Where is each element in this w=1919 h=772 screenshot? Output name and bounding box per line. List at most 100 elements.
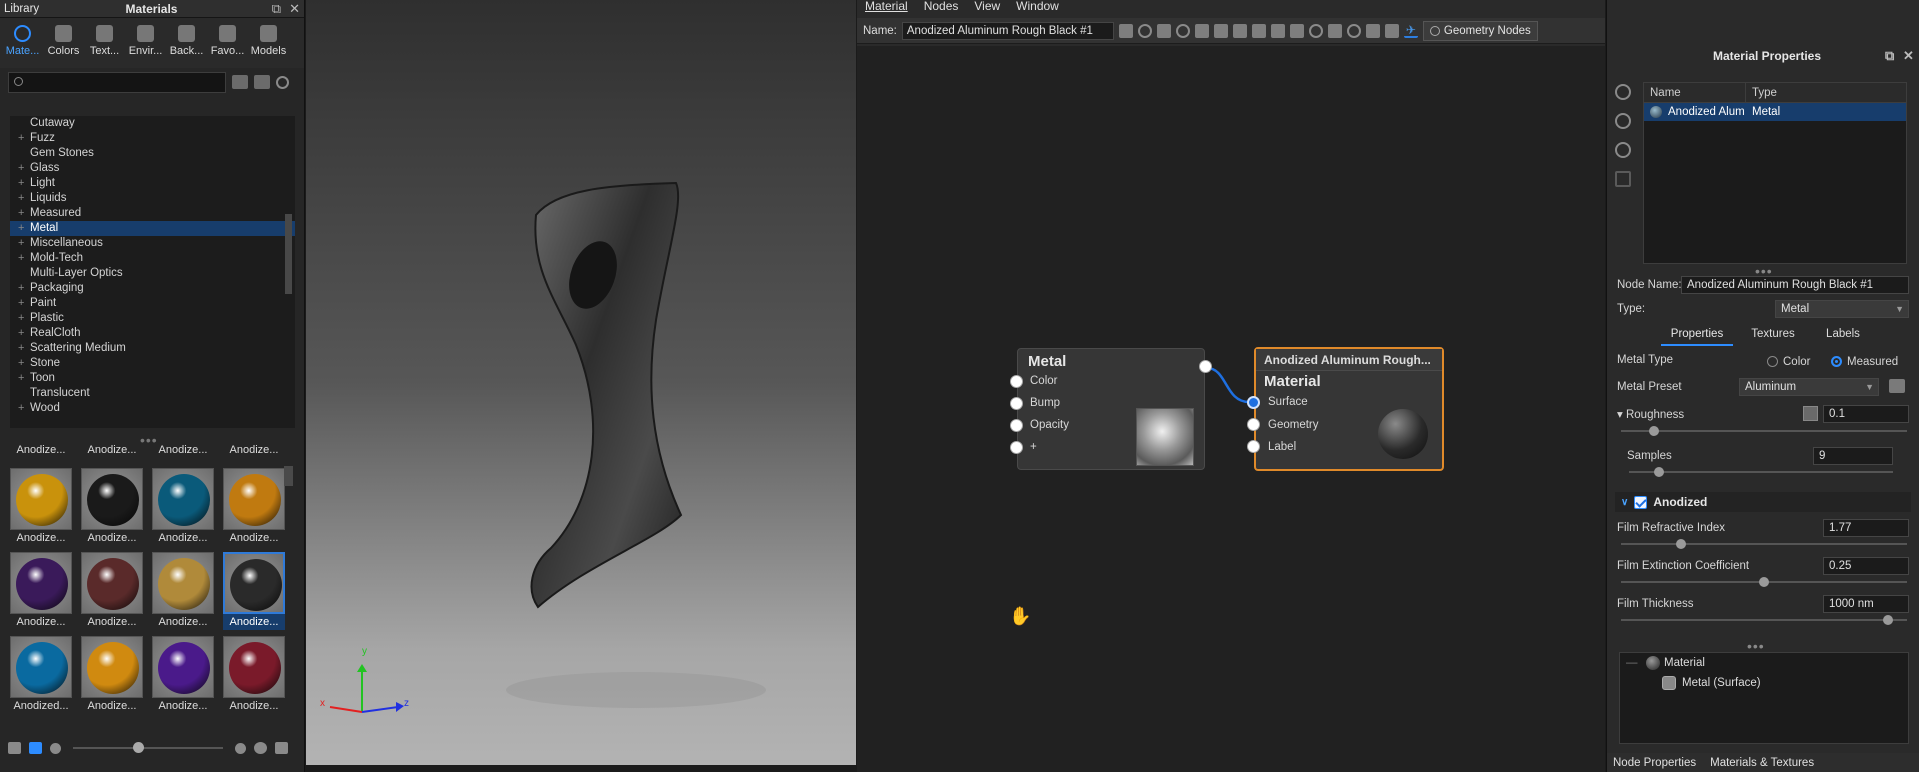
node-canvas[interactable]: Metal Color Bump Opacity + Anodized Alum… <box>857 46 1605 772</box>
tree-item-metal-surface[interactable]: Metal (Surface) <box>1620 673 1908 693</box>
tree-item-stone[interactable]: + Stone <box>10 356 295 371</box>
library-search-input[interactable] <box>8 71 226 93</box>
tree-item-miscellaneous[interactable]: + Miscellaneous <box>10 236 295 251</box>
delete-icon[interactable] <box>1251 23 1266 38</box>
tree-item-gem-stones[interactable]: Gem Stones <box>10 146 295 161</box>
close-icon[interactable]: ✕ <box>1903 45 1914 67</box>
film-refractive-index-field[interactable]: 1.77 <box>1823 519 1909 537</box>
material-swatch[interactable]: Anodize... <box>223 468 285 546</box>
tree-item-cutaway[interactable]: Cutaway <box>10 116 295 131</box>
table-row[interactable]: Anodized Alum Metal <box>1644 103 1906 121</box>
metal-node[interactable]: Metal Color Bump Opacity + <box>1017 348 1205 470</box>
close-icon[interactable]: ✕ <box>289 1 300 17</box>
roughness-field[interactable]: 0.1 <box>1823 405 1909 423</box>
material-swatch[interactable]: Anodize... <box>81 468 143 546</box>
expand-icon[interactable]: + <box>18 131 24 146</box>
menu-material[interactable]: Material <box>865 0 908 12</box>
tree-item-measured[interactable]: + Measured <box>10 206 295 221</box>
tree-item-glass[interactable]: + Glass <box>10 161 295 176</box>
material-swatch[interactable]: Anodize... <box>223 552 285 630</box>
expand-icon[interactable]: + <box>18 311 24 326</box>
expand-icon[interactable]: + <box>18 251 24 266</box>
material-swatch[interactable]: Anodize... <box>223 636 285 714</box>
tree-item-packaging[interactable]: + Packaging <box>10 281 295 296</box>
film-extinction-coefficient-slider[interactable] <box>1621 577 1907 587</box>
expand-icon[interactable]: + <box>18 371 24 386</box>
expand-icon[interactable]: + <box>18 341 24 356</box>
geometry-nodes-button[interactable]: Geometry Nodes <box>1422 20 1538 41</box>
zoom-in-icon[interactable] <box>235 742 246 754</box>
slider-knob[interactable] <box>1883 615 1893 625</box>
checker-icon[interactable] <box>1156 23 1171 38</box>
type-dropdown[interactable]: Metal ▼ <box>1775 300 1909 318</box>
folder-icon[interactable] <box>275 742 288 754</box>
material-swatch[interactable]: Anodize... <box>152 468 214 546</box>
tree-item-translucent[interactable]: Translucent <box>10 386 295 401</box>
material-swatch[interactable]: Anodize... <box>223 442 285 458</box>
column-header-type[interactable]: Type <box>1746 83 1906 102</box>
tab-materials-textures[interactable]: Materials & Textures <box>1710 757 1814 769</box>
one-to-one-icon[interactable] <box>1384 23 1399 38</box>
tab-favo[interactable]: Favo... <box>207 20 248 66</box>
material-swatch[interactable]: Anodize... <box>81 442 143 458</box>
expand-icon[interactable]: + <box>18 176 24 191</box>
list-view-icon[interactable] <box>8 742 21 754</box>
render-viewport[interactable]: y x z <box>306 0 856 765</box>
material-swatch[interactable]: Anodize... <box>10 442 72 458</box>
tree-item-scattering-medium[interactable]: + Scattering Medium <box>10 341 295 356</box>
metal-output-port[interactable] <box>1199 360 1212 373</box>
link-mode-icon[interactable]: ✈ <box>1403 24 1418 38</box>
menu-view[interactable]: View <box>974 0 1000 12</box>
duplicate-icon[interactable] <box>1232 23 1247 38</box>
node-name-field[interactable]: Anodized Aluminum Rough Black #1 <box>1681 276 1909 294</box>
expand-icon[interactable]: + <box>18 281 24 296</box>
refresh-icon[interactable] <box>1615 84 1631 100</box>
samples-field[interactable]: 9 <box>1813 447 1893 465</box>
layout-icon[interactable] <box>1327 23 1342 38</box>
slider-knob[interactable] <box>1759 577 1769 587</box>
metal-input-port[interactable] <box>1010 397 1023 410</box>
expand-icon[interactable]: + <box>18 401 24 416</box>
tree-item-wood[interactable]: + Wood <box>10 401 295 416</box>
tree-item-mold-tech[interactable]: + Mold-Tech <box>10 251 295 266</box>
refresh-icon[interactable] <box>276 75 289 89</box>
material-swatch[interactable]: Anodize... <box>10 552 72 630</box>
radio-measured[interactable] <box>1831 356 1842 367</box>
material-swatch[interactable]: Anodize... <box>152 636 214 714</box>
texture-map-icon[interactable] <box>1803 406 1818 421</box>
frame-all-icon[interactable] <box>1365 23 1380 38</box>
expand-icon[interactable]: + <box>18 326 24 341</box>
material-node[interactable]: Anodized Aluminum Rough... Material Surf… <box>1254 347 1444 471</box>
tree-collapse-icon[interactable]: — <box>1626 653 1638 673</box>
menu-window[interactable]: Window <box>1016 0 1059 12</box>
unlink-icon[interactable] <box>1615 142 1631 158</box>
collapse-chevron-icon[interactable]: ∨ <box>1621 497 1628 508</box>
tab-models[interactable]: Models <box>248 20 289 66</box>
sliders-icon[interactable] <box>1194 23 1209 38</box>
expand-icon[interactable]: + <box>18 236 24 251</box>
anodized-section-header[interactable]: ∨ Anodized <box>1615 492 1911 512</box>
menu-nodes[interactable]: Nodes <box>924 0 959 12</box>
tree-item-liquids[interactable]: + Liquids <box>10 191 295 206</box>
tree-item-plastic[interactable]: + Plastic <box>10 311 295 326</box>
material-swatch[interactable]: Anodize... <box>81 636 143 714</box>
slider-knob[interactable] <box>133 742 144 753</box>
film-refractive-index-slider[interactable] <box>1621 539 1907 549</box>
material-swatch[interactable]: Anodize... <box>81 552 143 630</box>
material-name-field[interactable]: Anodized Aluminum Rough Black #1 <box>901 21 1114 40</box>
tree-item-paint[interactable]: + Paint <box>10 296 295 311</box>
save-icon[interactable] <box>1118 23 1133 38</box>
trash-icon[interactable] <box>1615 171 1631 187</box>
film-extinction-coefficient-field[interactable]: 0.25 <box>1823 557 1909 575</box>
float-panel-icon[interactable]: ⧉ <box>1885 45 1894 67</box>
tab-labels[interactable]: Labels <box>1813 328 1873 340</box>
roughness-slider[interactable] <box>1621 426 1907 436</box>
tab-text[interactable]: Text... <box>84 20 125 66</box>
link-icon[interactable] <box>1615 113 1631 129</box>
thumbnail-size-slider[interactable] <box>73 742 223 753</box>
grid-nodes-icon[interactable] <box>1289 23 1304 38</box>
tree-item-light[interactable]: + Light <box>10 176 295 191</box>
metal-input-port[interactable] <box>1010 419 1023 432</box>
material-input-port[interactable] <box>1247 418 1260 431</box>
slider-knob[interactable] <box>1654 467 1664 477</box>
